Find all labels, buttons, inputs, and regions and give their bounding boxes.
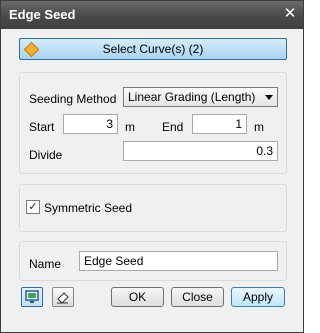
window-title: Edge Seed [9, 7, 76, 22]
end-label: End [162, 120, 184, 134]
title-bar[interactable]: Edge Seed ✕ [1, 1, 303, 29]
end-input[interactable] [192, 114, 247, 134]
edge-seed-dialog: Edge Seed ✕ Select Curve(s) (2) Seeding … [0, 0, 304, 333]
divide-label: Divide [29, 148, 63, 162]
divide-input[interactable] [123, 141, 278, 161]
close-icon[interactable]: ✕ [282, 6, 298, 22]
start-unit: m [125, 120, 135, 134]
symmetric-seed-checkbox[interactable]: ✓ [26, 200, 40, 214]
symmetric-seed-label: Symmetric Seed [44, 201, 133, 215]
seeding-method-value: Linear Grading (Length) [128, 90, 256, 104]
start-label: Start [29, 120, 55, 134]
diamond-icon [23, 41, 40, 58]
dropdown-arrow-icon [265, 95, 273, 100]
seeding-method-select[interactable]: Linear Grading (Length) [123, 87, 278, 107]
apply-button[interactable]: Apply [231, 287, 285, 307]
close-button[interactable]: Close [171, 287, 224, 307]
select-curves-button[interactable]: Select Curve(s) (2) [19, 38, 287, 60]
seeding-method-label: Seeding Method [29, 92, 117, 106]
monitor-icon [25, 290, 39, 303]
ok-button[interactable]: OK [111, 287, 164, 307]
eraser-icon [57, 292, 69, 304]
name-label: Name [29, 257, 62, 271]
monitor-button[interactable] [21, 287, 43, 307]
eraser-button[interactable] [52, 287, 74, 307]
start-input[interactable] [63, 114, 118, 134]
name-input[interactable] [79, 251, 278, 271]
end-unit: m [254, 120, 264, 134]
select-curves-label: Select Curve(s) (2) [102, 42, 204, 56]
